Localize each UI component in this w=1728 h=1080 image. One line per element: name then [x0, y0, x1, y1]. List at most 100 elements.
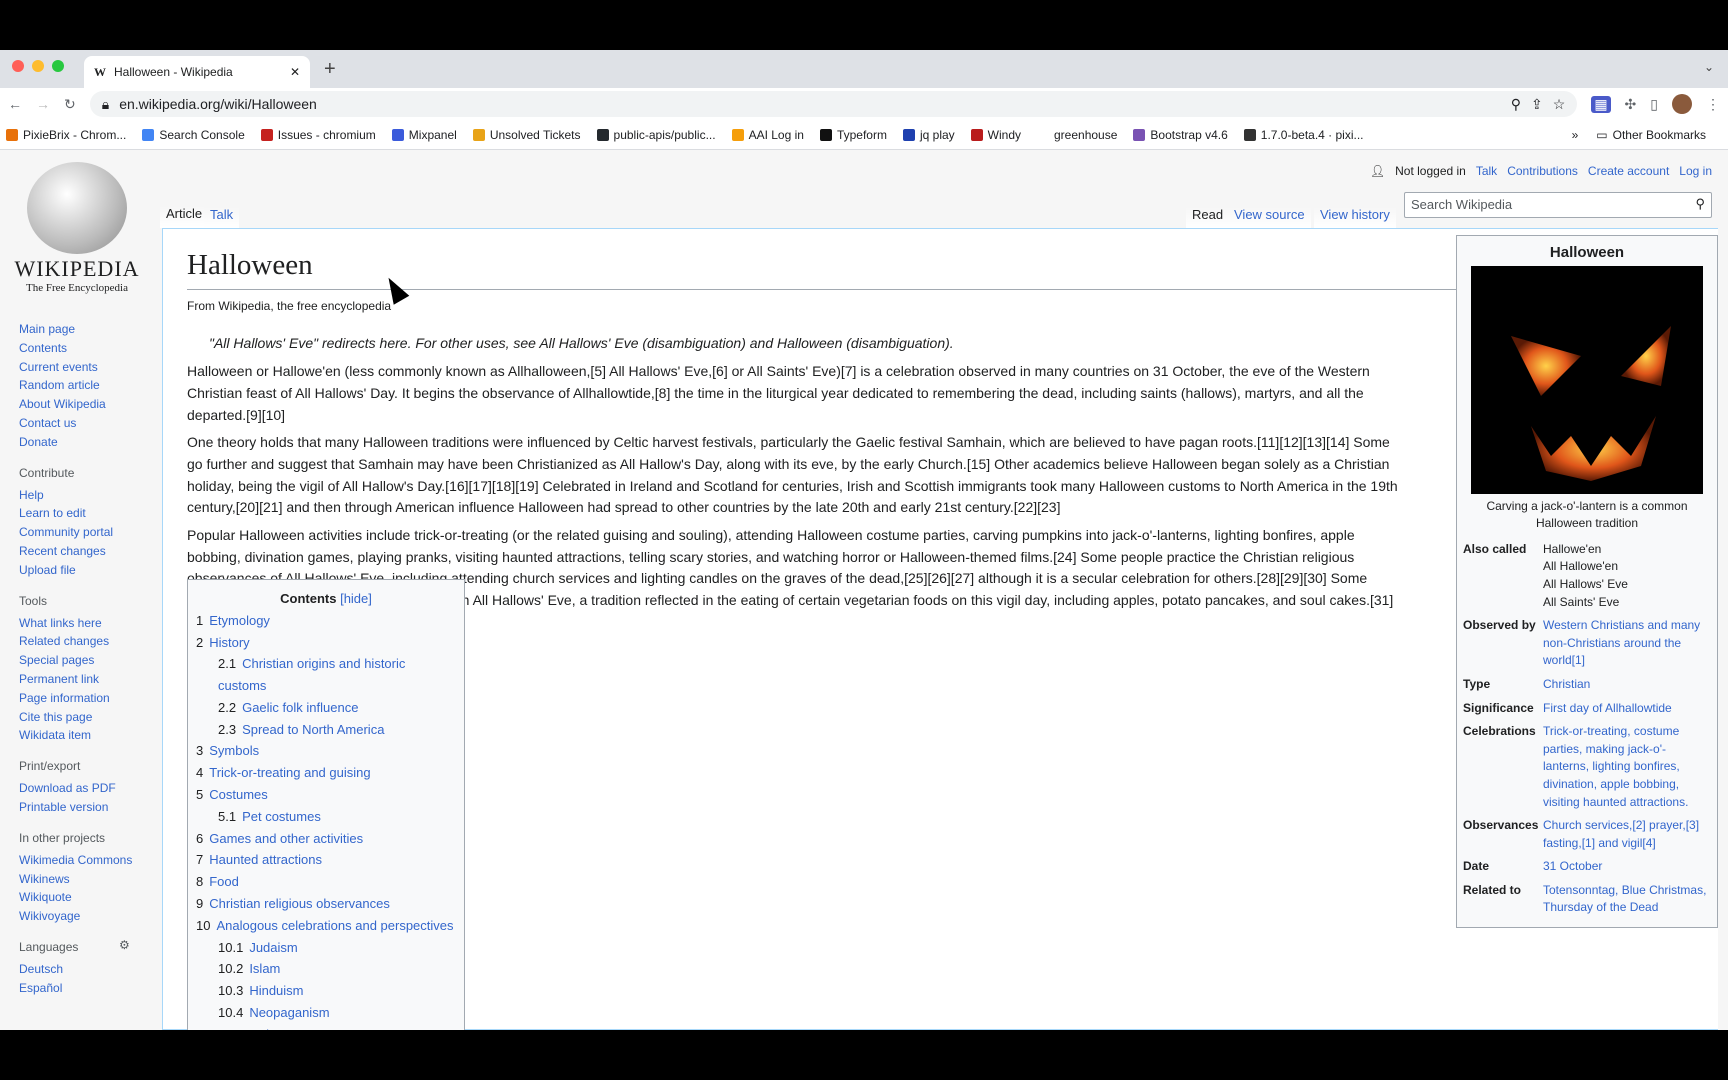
sidebar-link[interactable]: Page information: [19, 689, 159, 708]
url-bar[interactable]: 🔒︎ en.wikipedia.org/wiki/Halloween ⚲ ⇪ ☆: [89, 91, 1578, 117]
puzzle-icon[interactable]: ✣: [1625, 96, 1637, 113]
bookmark-item[interactable]: Search Console: [142, 128, 245, 142]
maximize-window-button[interactable]: [52, 60, 64, 72]
sidebar-link[interactable]: Printable version: [19, 798, 159, 817]
menu-icon[interactable]: ⋮: [1706, 96, 1720, 113]
gear-icon[interactable]: ⚙: [119, 938, 130, 952]
bookmark-item[interactable]: jq play: [902, 128, 955, 142]
toc-item[interactable]: 9 Christian religious observances: [196, 893, 456, 915]
toc-item[interactable]: 3 Symbols: [196, 740, 456, 762]
toc-item[interactable]: 10.2 Islam: [196, 958, 456, 980]
tab-article[interactable]: Article: [160, 206, 209, 228]
toc-item[interactable]: 2.1 Christian origins and historic custom…: [196, 653, 456, 697]
more-bookmarks-button[interactable]: »: [1572, 128, 1579, 142]
bookmark-item[interactable]: greenhouse: [1037, 128, 1117, 142]
toc-item[interactable]: 10.1 Judaism: [196, 937, 456, 959]
toc-link[interactable]: Neopaganism: [249, 1005, 329, 1020]
bookmark-item[interactable]: Unsolved Tickets: [472, 128, 581, 142]
toc-item[interactable]: 2 History: [196, 632, 456, 654]
sidebar-link[interactable]: Related changes: [19, 632, 159, 651]
toc-item[interactable]: 11 Geography: [196, 1024, 456, 1030]
toc-link[interactable]: Christian religious observances: [209, 896, 390, 911]
personal-link[interactable]: Contributions: [1507, 164, 1578, 178]
sidebar-link[interactable]: Donate: [19, 433, 159, 452]
toc-item[interactable]: 10.4 Neopaganism: [196, 1002, 456, 1024]
wikipedia-logo[interactable]: WIKIPEDIA The Free Encyclopedia: [14, 162, 140, 294]
sidebar-link[interactable]: Wikidata item: [19, 726, 159, 745]
sidebar-link[interactable]: Cite this page: [19, 708, 159, 727]
sidebar-link[interactable]: Download as PDF: [19, 779, 159, 798]
extension-icon[interactable]: ▦: [1591, 95, 1611, 113]
minimize-window-button[interactable]: [32, 60, 44, 72]
toc-link[interactable]: Hinduism: [249, 983, 303, 998]
toc-item[interactable]: 5 Costumes: [196, 784, 456, 806]
jack-o-lantern-image[interactable]: [1471, 265, 1703, 494]
sidebar-link[interactable]: Community portal: [19, 523, 159, 542]
toc-link[interactable]: Food: [209, 874, 239, 889]
sidebar-link[interactable]: Help: [19, 486, 159, 505]
sidebar-link[interactable]: Wikiquote: [19, 888, 159, 907]
toc-link[interactable]: Christian origins and historic customs: [218, 656, 405, 693]
toc-item[interactable]: 6 Games and other activities: [196, 828, 456, 850]
toc-link[interactable]: Symbols: [209, 743, 259, 758]
toc-link[interactable]: Costumes: [209, 787, 268, 802]
close-window-button[interactable]: [12, 60, 24, 72]
toc-item[interactable]: 10 Analogous celebrations and perspective…: [196, 915, 456, 937]
sidebar-link[interactable]: Main page: [19, 320, 159, 339]
search-icon[interactable]: ⚲: [1695, 196, 1705, 212]
toc-item[interactable]: 8 Food: [196, 871, 456, 893]
toc-link[interactable]: Spread to North America: [242, 722, 384, 737]
star-icon[interactable]: ☆: [1553, 96, 1566, 113]
toc-link[interactable]: Islam: [249, 961, 280, 976]
bookmark-item[interactable]: Typeform: [819, 128, 887, 142]
zoom-search-icon[interactable]: ⚲: [1511, 96, 1521, 113]
sidebar-link[interactable]: About Wikipedia: [19, 395, 159, 414]
toc-item[interactable]: 7 Haunted attractions: [196, 849, 456, 871]
sidebar-link[interactable]: Upload file: [19, 561, 159, 580]
bookmark-item[interactable]: Windy: [970, 128, 1021, 142]
other-bookmarks[interactable]: ▭ Other Bookmarks: [1596, 128, 1706, 142]
sidebar-link[interactable]: Learn to edit: [19, 504, 159, 523]
personal-link[interactable]: Create account: [1588, 164, 1669, 178]
sidebar-link[interactable]: Recent changes: [19, 542, 159, 561]
tab-search-icon[interactable]: ⌄: [1704, 60, 1714, 74]
toc-link[interactable]: Gaelic folk influence: [242, 700, 358, 715]
reload-icon[interactable]: ↻: [64, 96, 76, 113]
sidebar-icon[interactable]: ▯: [1650, 96, 1658, 113]
avatar[interactable]: [1672, 94, 1692, 114]
bookmark-item[interactable]: AAI Log in: [731, 128, 804, 142]
sidebar-link[interactable]: Contents: [19, 339, 159, 358]
toc-item[interactable]: 4 Trick-or-treating and guising: [196, 762, 456, 784]
personal-link[interactable]: Log in: [1679, 164, 1712, 178]
share-icon[interactable]: ⇪: [1531, 96, 1543, 113]
tab-view-history[interactable]: View history: [1314, 207, 1396, 228]
language-link[interactable]: Español: [19, 979, 159, 998]
sidebar-link[interactable]: Permanent link: [19, 670, 159, 689]
toc-item[interactable]: 1 Etymology: [196, 610, 456, 632]
back-icon[interactable]: ←: [8, 96, 22, 112]
tab-read[interactable]: Read: [1186, 207, 1230, 228]
close-tab-icon[interactable]: ✕: [290, 65, 300, 79]
personal-link[interactable]: Talk: [1476, 164, 1497, 178]
language-link[interactable]: Deutsch: [19, 960, 159, 979]
toc-item[interactable]: 2.2 Gaelic folk influence: [196, 697, 456, 719]
bookmark-item[interactable]: Mixpanel: [391, 128, 457, 142]
browser-tab[interactable]: W Halloween - Wikipedia ✕: [84, 56, 310, 88]
toc-link[interactable]: Judaism: [249, 940, 297, 955]
toc-item[interactable]: 2.3 Spread to North America: [196, 719, 456, 741]
sidebar-link[interactable]: Contact us: [19, 414, 159, 433]
toc-item[interactable]: 10.3 Hinduism: [196, 980, 456, 1002]
bookmark-item[interactable]: 1.7.0-beta.4 · pixi...: [1243, 128, 1364, 142]
toc-item[interactable]: 5.1 Pet costumes: [196, 806, 456, 828]
toc-link[interactable]: Geography: [216, 1027, 280, 1030]
sidebar-link[interactable]: Current events: [19, 358, 159, 377]
sidebar-link[interactable]: Wikivoyage: [19, 907, 159, 926]
search-input[interactable]: Search Wikipedia ⚲: [1404, 192, 1712, 218]
forward-icon[interactable]: →: [36, 96, 50, 112]
bookmark-item[interactable]: public-apis/public...: [596, 128, 716, 142]
sidebar-link[interactable]: Wikinews: [19, 870, 159, 889]
toc-link[interactable]: Analogous celebrations and perspectives: [216, 918, 453, 933]
bookmark-item[interactable]: PixieBrix - Chrom...: [6, 128, 126, 142]
toc-link[interactable]: Pet costumes: [242, 809, 321, 824]
toc-link[interactable]: Games and other activities: [209, 831, 363, 846]
